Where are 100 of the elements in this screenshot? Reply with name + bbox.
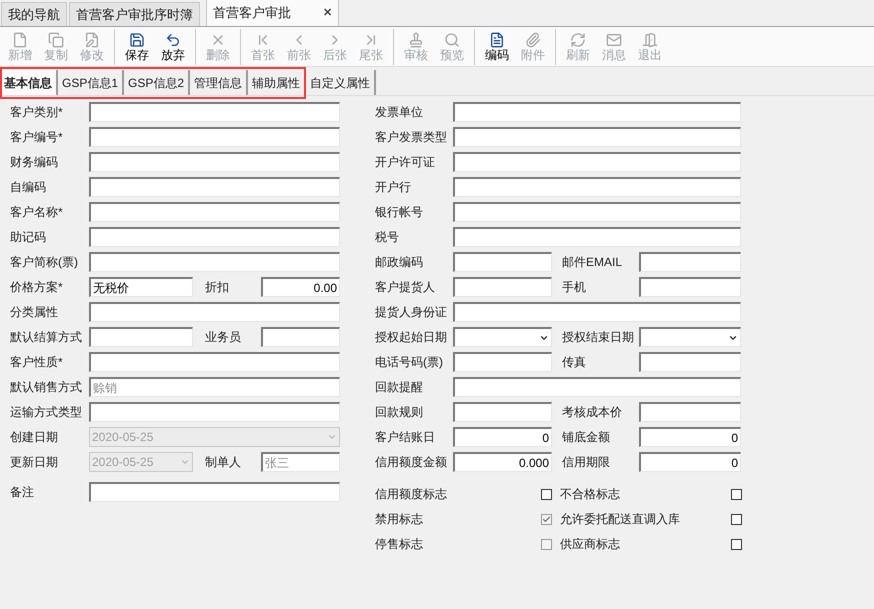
field-label: 传真 <box>562 354 587 371</box>
document-tab[interactable]: 首营客户审批 ✕ <box>206 0 339 26</box>
document-tab[interactable]: 我的导航 <box>1 2 67 26</box>
document-icon <box>12 32 28 48</box>
door-icon <box>642 32 658 48</box>
section-tab[interactable]: GSP信息2 <box>124 70 190 95</box>
input-field[interactable] <box>453 302 741 322</box>
input-field[interactable] <box>89 302 340 322</box>
field-label: 客户性质* <box>10 354 64 371</box>
close-button[interactable]: ✕ <box>303 4 332 22</box>
input-field[interactable] <box>453 152 741 172</box>
dropdown-field[interactable] <box>453 327 552 347</box>
field-label: 创建日期 <box>10 429 59 446</box>
field-label: 客户名称* <box>10 204 64 221</box>
section-tab[interactable]: 自定义属性 <box>306 70 376 95</box>
dropdown-field[interactable] <box>639 327 741 347</box>
field-label: 更新日期 <box>10 454 59 471</box>
input-field[interactable] <box>89 202 340 222</box>
checkbox[interactable] <box>731 488 742 500</box>
field-label: 回款提醒 <box>375 379 424 396</box>
input-field[interactable]: 0 <box>639 427 741 447</box>
input-field[interactable] <box>89 227 340 247</box>
refresh-icon <box>570 32 586 48</box>
field-label: 运输方式类型 <box>10 404 83 421</box>
toolbar-button[interactable]: 保存 <box>119 28 155 64</box>
field-label: 供应商标志 <box>560 536 621 553</box>
field-label: 业务员 <box>205 329 242 346</box>
field-label: 邮件EMAIL <box>562 254 624 271</box>
input-field[interactable]: 张三 <box>261 452 340 472</box>
input-field[interactable] <box>453 352 552 372</box>
field-label: 备注 <box>10 484 35 501</box>
field-label: 铺底金额 <box>562 429 611 446</box>
field-label: 客户简称(票) <box>10 254 79 271</box>
input-field[interactable]: 无税价 <box>89 277 193 297</box>
toolbar-button[interactable]: 放弃 <box>155 28 191 64</box>
section-tab[interactable]: 基本信息 <box>0 70 58 95</box>
field-label: 默认销售方式 <box>10 379 83 396</box>
field-label: 电话号码(票) <box>375 354 444 371</box>
field-label: 客户类别* <box>10 104 64 121</box>
input-field[interactable] <box>639 277 741 297</box>
input-field[interactable] <box>453 402 552 422</box>
field-label: 不合格标志 <box>560 486 621 503</box>
checkbox[interactable] <box>731 514 742 524</box>
input-field[interactable]: 0.000 <box>453 452 552 472</box>
input-field[interactable]: 0 <box>453 427 552 447</box>
field-label: 授权起始日期 <box>375 329 448 346</box>
undo-icon <box>165 32 181 48</box>
copy-icon <box>48 32 64 48</box>
section-tab[interactable]: 辅助属性 <box>248 70 306 95</box>
input-field[interactable] <box>453 277 552 297</box>
input-field[interactable] <box>639 352 741 372</box>
checkbox[interactable] <box>541 488 552 500</box>
field-label: 授权结束日期 <box>562 329 635 346</box>
input-field[interactable] <box>453 127 741 147</box>
input-field[interactable] <box>453 227 741 247</box>
field-label: 价格方案* <box>10 279 64 296</box>
checkbox[interactable] <box>731 538 742 550</box>
field-label: 自编码 <box>10 179 47 196</box>
field-label: 税号 <box>375 229 400 246</box>
field-label: 邮政编码 <box>375 254 424 271</box>
field-label: 发票单位 <box>375 104 424 121</box>
field-label: 手机 <box>562 279 587 296</box>
field-label: 信用额度金额 <box>375 454 448 471</box>
input-field[interactable] <box>89 127 340 147</box>
input-field[interactable] <box>453 202 741 222</box>
input-field[interactable] <box>453 177 741 197</box>
document-tab[interactable]: 首营客户审批序时簿 <box>69 2 200 26</box>
input-field[interactable] <box>89 327 193 347</box>
field-label: 助记码 <box>10 229 47 246</box>
toolbar-button[interactable]: 编码 <box>479 28 515 64</box>
field-label: 考核成本价 <box>562 404 623 421</box>
input-field[interactable] <box>639 402 741 422</box>
input-field[interactable] <box>89 177 340 197</box>
field-label: 客户结账日 <box>375 429 436 446</box>
field-label: 分类属性 <box>10 304 59 321</box>
input-field[interactable] <box>89 152 340 172</box>
field-label: 客户编号* <box>10 129 64 146</box>
section-tab[interactable]: 管理信息 <box>190 70 248 95</box>
input-field[interactable] <box>89 482 340 502</box>
input-field[interactable] <box>261 327 340 347</box>
input-field[interactable] <box>453 377 741 397</box>
input-field[interactable] <box>89 102 340 122</box>
input-field[interactable] <box>89 402 340 422</box>
input-field[interactable]: 0.00 <box>261 277 340 297</box>
check-icon <box>542 514 551 524</box>
input-field[interactable] <box>89 352 340 372</box>
field-label: 信用期限 <box>562 454 611 471</box>
field-label: 制单人 <box>205 454 242 471</box>
field-label: 折扣 <box>205 279 230 296</box>
input-field[interactable]: 0 <box>639 452 741 472</box>
section-tab[interactable]: GSP信息1 <box>58 70 124 95</box>
input-field[interactable] <box>89 252 340 272</box>
paperclip-icon <box>525 32 541 48</box>
input-field[interactable] <box>639 252 741 272</box>
field-label: 回款规则 <box>375 404 424 421</box>
input-field[interactable] <box>453 102 741 122</box>
field-label: 禁用标志 <box>375 511 424 528</box>
input-field[interactable] <box>453 252 552 272</box>
field-label: 提货人身份证 <box>375 304 448 321</box>
field-label: 停售标志 <box>375 536 424 553</box>
